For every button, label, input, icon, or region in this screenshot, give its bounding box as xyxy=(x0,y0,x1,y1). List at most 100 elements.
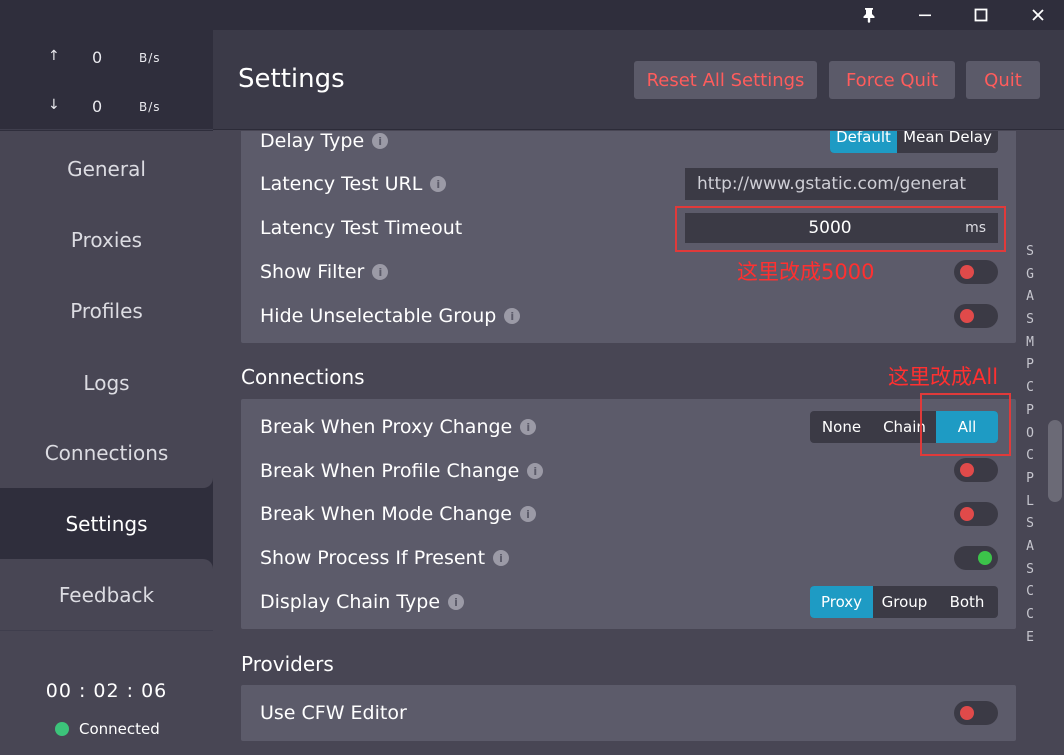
info-icon[interactable]: i xyxy=(520,419,537,435)
index-letter[interactable]: S xyxy=(1022,312,1038,335)
index-letter[interactable]: C xyxy=(1022,380,1038,403)
index-letter[interactable]: P xyxy=(1022,403,1038,426)
quit-button[interactable]: Quit xyxy=(966,61,1040,99)
break-mode-row: Break When Mode Change i xyxy=(260,499,1000,529)
info-icon[interactable]: i xyxy=(430,176,447,192)
close-icon[interactable] xyxy=(1024,4,1052,26)
connection-status: Connected xyxy=(55,720,160,738)
toggle-knob xyxy=(978,551,992,565)
break-profile-row: Break When Profile Change i xyxy=(260,456,1000,486)
index-letter[interactable]: S xyxy=(1022,244,1038,267)
cfw-editor-label: Use CFW Editor xyxy=(260,702,407,724)
hide-unselectable-label: Hide Unselectable Group xyxy=(260,305,497,327)
show-process-row: Show Process If Present i xyxy=(260,543,1000,573)
section-index-bar[interactable]: SGASMPCPOCPLSASCCE xyxy=(1022,244,1038,652)
cfw-editor-toggle[interactable] xyxy=(954,701,998,725)
index-letter[interactable]: M xyxy=(1022,335,1038,358)
providers-card: Use CFW Editor xyxy=(241,685,1016,741)
cfw-editor-row: Use CFW Editor xyxy=(260,698,1000,728)
download-arrow-icon: ↓ xyxy=(48,97,60,113)
toggle-knob xyxy=(960,309,974,323)
show-filter-label: Show Filter xyxy=(260,261,365,283)
upload-arrow-icon: ↑ xyxy=(48,48,60,64)
chain-type-option-both[interactable]: Both xyxy=(936,586,998,618)
hide-unselectable-row: Hide Unselectable Group i xyxy=(260,301,1000,331)
page-title: Settings xyxy=(238,64,345,94)
chain-type-option-proxy[interactable]: Proxy xyxy=(810,586,873,618)
index-letter[interactable]: P xyxy=(1022,357,1038,380)
index-letter[interactable]: A xyxy=(1022,539,1038,562)
index-letter[interactable]: G xyxy=(1022,267,1038,290)
latency-url-input[interactable]: http://www.gstatic.com/generat xyxy=(685,168,998,200)
download-speed: ↓ 0 B/s xyxy=(0,95,213,119)
sidebar-item-feedback[interactable]: Feedback xyxy=(0,559,213,630)
index-letter[interactable]: C xyxy=(1022,607,1038,630)
pin-icon[interactable] xyxy=(855,4,883,26)
connected-dot-icon xyxy=(55,722,69,736)
sidebar-item-proxies[interactable]: Proxies xyxy=(0,204,213,275)
break-mode-label: Break When Mode Change xyxy=(260,503,512,525)
show-filter-toggle[interactable] xyxy=(954,260,998,284)
index-letter[interactable]: L xyxy=(1022,494,1038,517)
annotation-box-timeout xyxy=(675,206,1006,252)
sidebar-item-connections[interactable]: Connections xyxy=(0,417,213,488)
info-icon[interactable]: i xyxy=(372,264,389,280)
toggle-knob xyxy=(960,706,974,720)
break-proxy-option-none[interactable]: None xyxy=(810,411,873,443)
show-filter-row: Show Filter i xyxy=(260,257,1000,287)
info-icon[interactable]: i xyxy=(527,463,544,479)
show-process-toggle[interactable] xyxy=(954,546,998,570)
connection-status-label: Connected xyxy=(79,720,160,738)
index-letter[interactable]: C xyxy=(1022,584,1038,607)
hide-unselectable-toggle[interactable] xyxy=(954,304,998,328)
upload-unit: B/s xyxy=(139,51,161,65)
sidebar-item-logs[interactable]: Logs xyxy=(0,347,213,418)
info-icon[interactable]: i xyxy=(519,506,536,522)
chain-type-option-group[interactable]: Group xyxy=(873,586,936,618)
info-icon[interactable]: i xyxy=(493,550,510,566)
break-proxy-label: Break When Proxy Change xyxy=(260,416,513,438)
break-profile-toggle[interactable] xyxy=(954,458,998,482)
info-icon[interactable]: i xyxy=(504,308,521,324)
break-mode-toggle[interactable] xyxy=(954,502,998,526)
download-value: 0 xyxy=(92,97,103,116)
index-letter[interactable]: A xyxy=(1022,289,1038,312)
info-icon[interactable]: i xyxy=(372,133,389,149)
show-process-label: Show Process If Present xyxy=(260,547,486,569)
download-unit: B/s xyxy=(139,100,161,114)
index-letter[interactable]: E xyxy=(1022,630,1038,653)
latency-timeout-label: Latency Test Timeout xyxy=(260,217,463,239)
latency-url-label: Latency Test URL xyxy=(260,173,423,195)
chain-type-segmented: Proxy Group Both xyxy=(810,586,998,618)
info-icon[interactable]: i xyxy=(448,594,465,610)
delay-type-option-default[interactable]: Default xyxy=(830,131,897,153)
force-quit-button[interactable]: Force Quit xyxy=(829,61,955,99)
sidebar-item-general[interactable]: General xyxy=(0,133,213,204)
toggle-knob xyxy=(960,463,974,477)
annotation-text-break: 这里改成All xyxy=(888,365,999,389)
delay-type-option-mean-delay[interactable]: Mean Delay xyxy=(897,131,998,153)
sidebar: ↑ 0 B/s ↓ 0 B/s General Proxies Profiles… xyxy=(0,30,213,755)
minimize-icon[interactable] xyxy=(911,4,939,26)
toggle-knob xyxy=(960,265,974,279)
sidebar-item-profiles[interactable]: Profiles xyxy=(0,275,213,346)
uptime-timer: 00 : 02 : 06 xyxy=(45,680,168,702)
index-letter[interactable]: S xyxy=(1022,516,1038,539)
chain-type-label: Display Chain Type xyxy=(260,591,441,613)
toggle-knob xyxy=(960,507,974,521)
index-letter[interactable]: S xyxy=(1022,562,1038,585)
title-bar xyxy=(0,0,1064,30)
annotation-text-timeout: 这里改成5000 xyxy=(737,260,875,284)
sidebar-item-settings[interactable]: Settings xyxy=(0,488,213,559)
delay-type-segmented: Default Mean Delay xyxy=(830,131,998,153)
index-letter[interactable]: P xyxy=(1022,471,1038,494)
annotation-box-break xyxy=(920,393,1011,456)
connections-card: Break When Proxy Change i None Chain All… xyxy=(241,399,1016,629)
maximize-icon[interactable] xyxy=(967,4,995,26)
reset-all-settings-button[interactable]: Reset All Settings xyxy=(634,61,817,99)
index-letter[interactable]: C xyxy=(1022,448,1038,471)
providers-section-title: Providers xyxy=(241,652,334,676)
scrollbar-thumb[interactable] xyxy=(1048,420,1062,502)
index-letter[interactable]: O xyxy=(1022,426,1038,449)
page-header: Settings Reset All Settings Force Quit Q… xyxy=(213,30,1064,130)
